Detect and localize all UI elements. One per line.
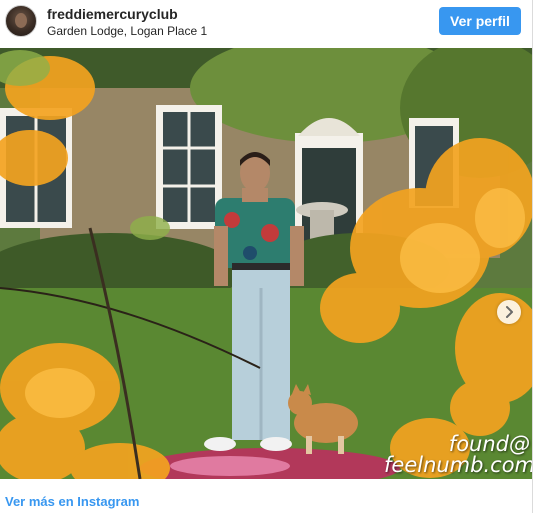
chevron-right-icon [506,306,513,318]
avatar[interactable] [5,5,37,37]
see-more-on-instagram-link[interactable]: Ver más en Instagram [5,494,139,509]
post-image[interactable]: found@ feelnumb.com [0,48,532,479]
view-profile-button[interactable]: Ver perfil [439,7,521,35]
watermark-line-1: found@ [448,432,530,456]
post-header: freddiemercuryclub Garden Lodge, Logan P… [0,0,532,46]
watermark-line-2: feelnumb.com [384,453,532,477]
username[interactable]: freddiemercuryclub [47,6,178,22]
carousel-next-button[interactable] [497,300,521,324]
instagram-embed: freddiemercuryclub Garden Lodge, Logan P… [0,0,533,513]
location[interactable]: Garden Lodge, Logan Place 1 [47,24,207,38]
garden-photo [0,48,532,479]
image-watermark: found@ feelnumb.com [384,432,532,477]
